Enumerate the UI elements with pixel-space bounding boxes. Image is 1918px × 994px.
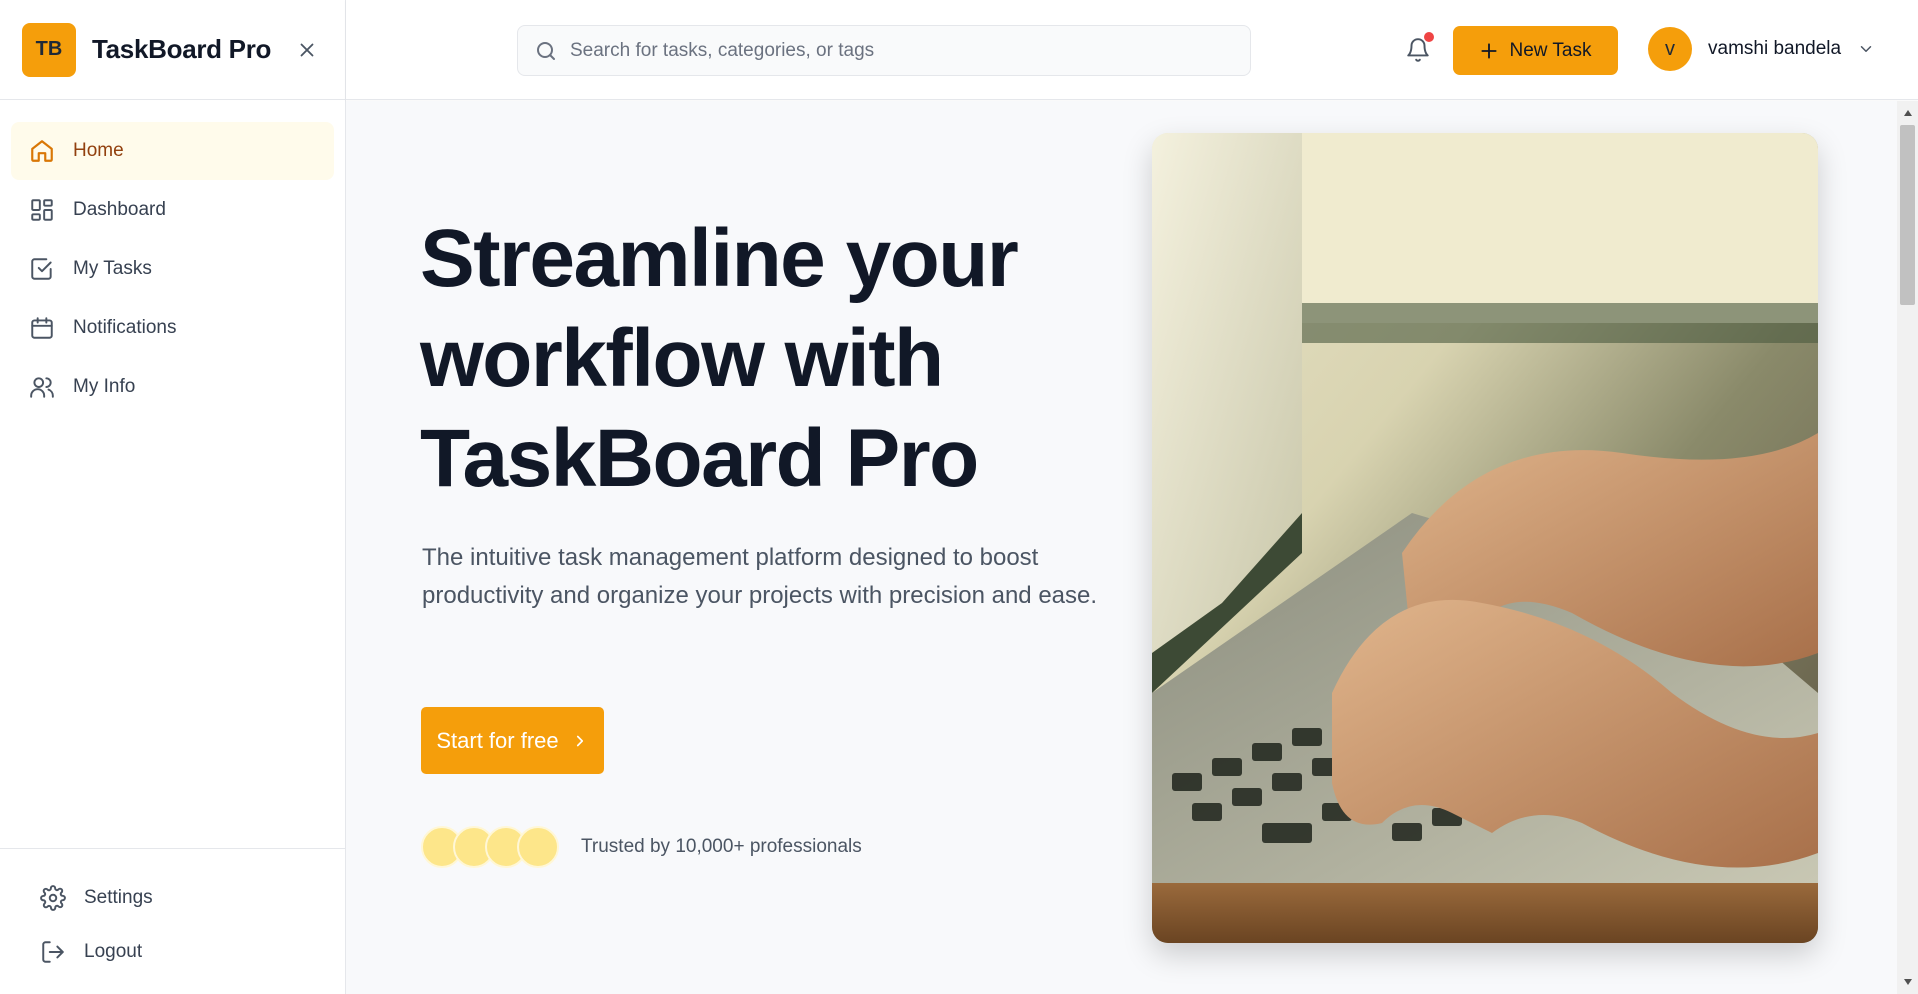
sidebar-nav: Home Dashboard My Tasks Notifications My… [0,100,345,416]
close-icon [300,43,314,56]
search-icon [537,41,555,60]
hero-subtitle: The intuitive task management platform d… [422,544,1098,609]
logo-badge: TB [22,22,76,77]
main-content: Streamline your workflow with TaskBoard … [346,101,1897,994]
sidebar-item-label: Home [73,140,124,161]
logout-label: Logout [84,941,143,962]
trust-text: Trusted by 10,000+ professionals [581,836,862,857]
sidebar-item-my-tasks[interactable]: My Tasks [11,240,334,298]
search-bar[interactable] [517,25,1251,76]
sidebar-item-my-info[interactable]: My Info [11,358,334,416]
brand-header: TB TaskBoard Pro [0,0,345,100]
user-avatar-placeholder [517,826,559,868]
hero-image [1152,133,1818,943]
sidebar-item-notifications[interactable]: Notifications [11,299,334,357]
scrollbar[interactable] [1897,101,1918,994]
chevron-down-icon [1860,46,1872,52]
user-name: vamshi bandela [1708,38,1842,59]
settings-link[interactable]: Settings [24,871,321,925]
cta-label: Start for free [436,727,559,753]
brand-name: TaskBoard Pro [92,34,272,64]
scroll-down-arrow-icon[interactable] [1897,974,1918,990]
user-menu[interactable]: v vamshi bandela [1648,27,1875,71]
notifications-button[interactable] [1400,32,1436,68]
sidebar-item-home[interactable]: Home [11,122,334,180]
sidebar-item-label: Notifications [73,317,177,338]
dashboard-icon [27,195,57,225]
check-square-icon [27,254,57,284]
settings-label: Settings [84,887,153,908]
sidebar-footer: Settings Logout [0,848,345,979]
gear-icon [38,883,68,913]
scroll-up-arrow-icon[interactable] [1897,105,1918,121]
search-input[interactable] [570,39,1210,62]
new-task-button[interactable]: New Task [1453,26,1618,75]
sidebar: TB TaskBoard Pro Home Dashboard My Tasks [0,0,346,994]
avatar: v [1648,27,1692,71]
logout-icon [38,937,68,967]
sidebar-item-label: My Info [73,376,136,397]
close-sidebar-button[interactable] [291,34,323,66]
home-icon [27,136,57,166]
users-icon [27,372,57,402]
sidebar-item-label: Dashboard [73,199,166,220]
top-header: New Task v vamshi bandela [346,0,1918,100]
user-avatars-stack [421,826,559,868]
logout-link[interactable]: Logout [24,925,321,979]
sidebar-item-dashboard[interactable]: Dashboard [11,181,334,239]
scroll-thumb[interactable] [1900,125,1915,305]
trust-row: Trusted by 10,000+ professionals [421,826,862,868]
hero-title: Streamline your workflow with TaskBoard … [420,213,1019,504]
chevron-right-icon [576,735,583,746]
plus-icon [1481,42,1498,59]
new-task-label: New Task [1509,39,1592,61]
start-free-button[interactable]: Start for free [421,707,604,774]
notification-dot [1424,32,1434,42]
sidebar-item-label: My Tasks [73,258,152,279]
calendar-icon [27,313,57,343]
